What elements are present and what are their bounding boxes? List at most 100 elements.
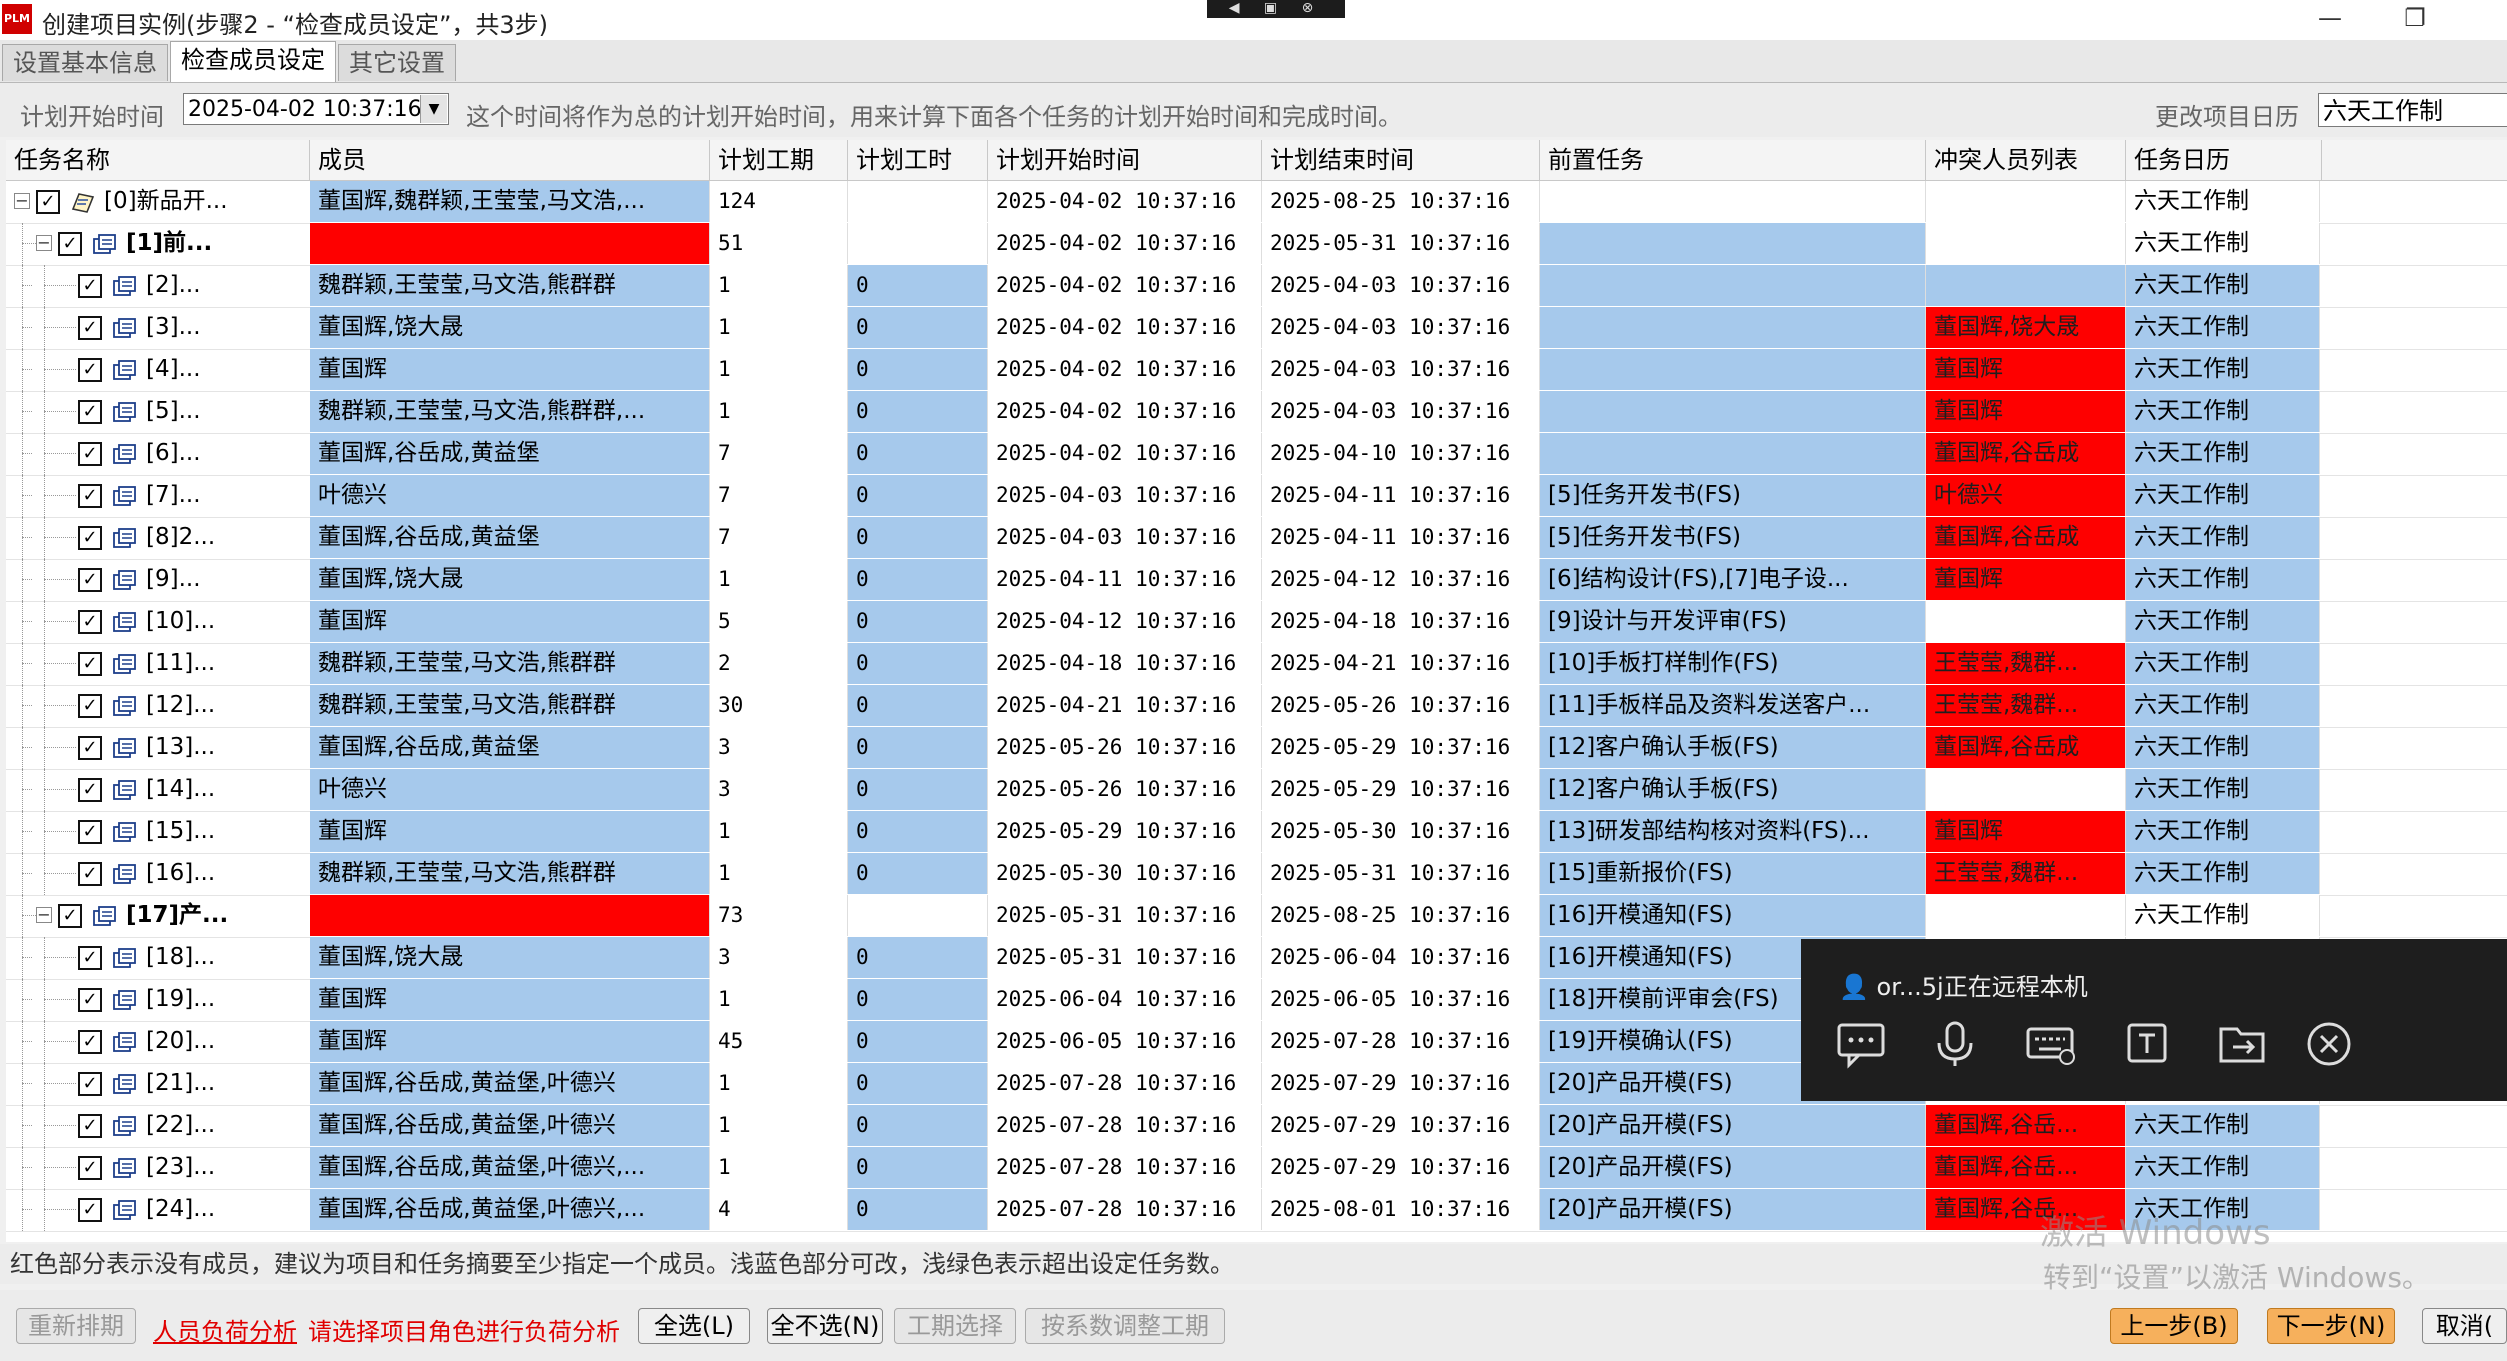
task-checkbox[interactable]: ✓: [78, 316, 102, 340]
members-cell[interactable]: 魏群颖,王莹莹,马文浩,熊群群: [310, 265, 710, 306]
hours-cell[interactable]: 0: [848, 979, 988, 1020]
tab-other-settings[interactable]: 其它设置: [338, 44, 456, 81]
calendar-cell[interactable]: 六天工作制: [2126, 727, 2320, 768]
task-row[interactable]: ✓ [2]... 魏群颖,王莹莹,马文浩,熊群群 1 0 2025-04-02 10:37…: [6, 265, 2507, 308]
task-row[interactable]: − ✓ [0]新品开... 董国辉,魏群颖,王莹莹,马文浩,... 124 2025-04…: [6, 181, 2507, 224]
collapse-icon[interactable]: −: [36, 907, 52, 923]
calendar-cell[interactable]: 六天工作制: [2126, 1147, 2320, 1188]
task-row[interactable]: ✓ [14]... 叶德兴 3 0 2025-05-26 10:37:16 2025-05-…: [6, 769, 2507, 812]
calendar-cell[interactable]: 六天工作制: [2126, 559, 2320, 600]
hours-cell[interactable]: 0: [848, 853, 988, 894]
hours-cell[interactable]: 0: [848, 391, 988, 432]
duration-select-button[interactable]: 工期选择: [894, 1308, 1016, 1344]
duration-cell[interactable]: 7: [710, 433, 848, 474]
coef-adjust-button[interactable]: 按系数调整工期: [1025, 1308, 1225, 1344]
hours-cell[interactable]: 0: [848, 265, 988, 306]
hours-cell[interactable]: 0: [848, 433, 988, 474]
hours-cell[interactable]: [848, 895, 988, 936]
members-cell[interactable]: 董国辉: [310, 349, 710, 390]
header-conflict-list[interactable]: 冲突人员列表: [1926, 140, 2126, 180]
members-cell[interactable]: 董国辉: [310, 811, 710, 852]
header-planned-hours[interactable]: 计划工时: [848, 140, 988, 180]
duration-cell[interactable]: 1: [710, 391, 848, 432]
hours-cell[interactable]: 0: [848, 1147, 988, 1188]
keyboard-icon[interactable]: [2025, 1019, 2077, 1069]
hours-cell[interactable]: 0: [848, 727, 988, 768]
calendar-cell[interactable]: 六天工作制: [2126, 517, 2320, 558]
duration-cell[interactable]: 1: [710, 979, 848, 1020]
duration-cell[interactable]: 1: [710, 307, 848, 348]
members-cell[interactable]: 董国辉,谷岳成,黄益堡,叶德兴: [310, 1063, 710, 1104]
task-checkbox[interactable]: ✓: [78, 1030, 102, 1054]
close-icon[interactable]: [2303, 1019, 2355, 1069]
hours-cell[interactable]: 0: [848, 517, 988, 558]
members-cell[interactable]: 董国辉,谷岳成,黄益堡,叶德兴: [310, 1105, 710, 1146]
calendar-cell[interactable]: 六天工作制: [2126, 811, 2320, 852]
chevron-down-icon[interactable]: ▼: [420, 95, 447, 123]
calendar-cell[interactable]: 六天工作制: [2126, 391, 2320, 432]
remote-control-strip[interactable]: ◀ ▣ ⊗: [1207, 0, 1345, 18]
next-step-button[interactable]: 下一步(N): [2267, 1308, 2395, 1344]
select-all-button[interactable]: 全选(L): [638, 1308, 750, 1344]
task-checkbox[interactable]: ✓: [78, 820, 102, 844]
file-transfer-icon[interactable]: [2217, 1019, 2269, 1069]
members-cell[interactable]: 董国辉: [310, 1021, 710, 1062]
task-checkbox[interactable]: ✓: [78, 610, 102, 634]
duration-cell[interactable]: 1: [710, 349, 848, 390]
calendar-cell[interactable]: 六天工作制: [2126, 769, 2320, 810]
calendar-cell[interactable]: 六天工作制: [2126, 475, 2320, 516]
task-checkbox[interactable]: ✓: [78, 1114, 102, 1138]
task-row[interactable]: − ✓ [17]产... 73 2025-05-31 10:37:16 2025-08-2…: [6, 895, 2507, 938]
hours-cell[interactable]: 0: [848, 349, 988, 390]
task-checkbox[interactable]: ✓: [78, 946, 102, 970]
task-row[interactable]: ✓ [7]... 叶德兴 7 0 2025-04-03 10:37:16 2025-04-1…: [6, 475, 2507, 518]
members-cell[interactable]: 董国辉,谷岳成,黄益堡: [310, 727, 710, 768]
task-checkbox[interactable]: ✓: [78, 358, 102, 382]
task-row[interactable]: ✓ [22]... 董国辉,谷岳成,黄益堡,叶德兴 1 0 2025-07-28 10:3…: [6, 1105, 2507, 1148]
header-planned-end[interactable]: 计划结束时间: [1262, 140, 1540, 180]
prev-step-button[interactable]: 上一步(B): [2110, 1308, 2238, 1344]
task-row[interactable]: ✓ [16]... 魏群颖,王莹莹,马文浩,熊群群 1 0 2025-05-30 10:3…: [6, 853, 2507, 896]
task-row[interactable]: ✓ [5]... 魏群颖,王莹莹,马文浩,熊群群,... 1 0 2025-04-02 1…: [6, 391, 2507, 434]
duration-cell[interactable]: 3: [710, 769, 848, 810]
task-checkbox[interactable]: ✓: [78, 1072, 102, 1096]
hours-cell[interactable]: 0: [848, 937, 988, 978]
task-row[interactable]: ✓ [3]... 董国辉,饶大晟 1 0 2025-04-02 10:37:16 2025-…: [6, 307, 2507, 350]
header-planned-duration[interactable]: 计划工期: [710, 140, 848, 180]
duration-cell[interactable]: 45: [710, 1021, 848, 1062]
duration-cell[interactable]: 1: [710, 853, 848, 894]
duration-cell[interactable]: 30: [710, 685, 848, 726]
duration-cell[interactable]: 4: [710, 1189, 848, 1230]
calendar-cell[interactable]: 六天工作制: [2126, 433, 2320, 474]
hours-cell[interactable]: 0: [848, 475, 988, 516]
calendar-cell[interactable]: 六天工作制: [2126, 307, 2320, 348]
duration-cell[interactable]: 5: [710, 601, 848, 642]
hours-cell[interactable]: 0: [848, 643, 988, 684]
duration-cell[interactable]: 3: [710, 937, 848, 978]
members-cell[interactable]: 董国辉,饶大晟: [310, 937, 710, 978]
members-cell[interactable]: 董国辉,谷岳成,黄益堡: [310, 433, 710, 474]
members-cell[interactable]: 董国辉,谷岳成,黄益堡: [310, 517, 710, 558]
task-row[interactable]: ✓ [10]... 董国辉 5 0 2025-04-12 10:37:16 2025-04-…: [6, 601, 2507, 644]
hours-cell[interactable]: 0: [848, 307, 988, 348]
task-checkbox[interactable]: ✓: [78, 778, 102, 802]
task-checkbox[interactable]: ✓: [78, 484, 102, 508]
calendar-select[interactable]: 六天工作制: [2318, 93, 2507, 127]
calendar-cell[interactable]: 六天工作制: [2126, 601, 2320, 642]
header-predecessors[interactable]: 前置任务: [1540, 140, 1926, 180]
hours-cell[interactable]: 0: [848, 685, 988, 726]
calendar-cell[interactable]: 六天工作制: [2126, 643, 2320, 684]
hours-cell[interactable]: [848, 223, 988, 264]
task-row[interactable]: ✓ [13]... 董国辉,谷岳成,黄益堡 3 0 2025-05-26 10:37:16…: [6, 727, 2507, 770]
task-checkbox[interactable]: ✓: [78, 862, 102, 886]
task-checkbox[interactable]: ✓: [36, 190, 60, 214]
duration-cell[interactable]: 2: [710, 643, 848, 684]
task-row[interactable]: − ✓ [1]前... 51 2025-04-02 10:37:16 2025-05-31…: [6, 223, 2507, 266]
select-none-button[interactable]: 全不选(N): [767, 1308, 883, 1344]
task-checkbox[interactable]: ✓: [78, 526, 102, 550]
members-cell[interactable]: 董国辉: [310, 979, 710, 1020]
reschedule-button[interactable]: 重新排期: [16, 1308, 136, 1344]
microphone-icon[interactable]: [1929, 1019, 1981, 1069]
duration-cell[interactable]: 1: [710, 559, 848, 600]
hours-cell[interactable]: 0: [848, 811, 988, 852]
